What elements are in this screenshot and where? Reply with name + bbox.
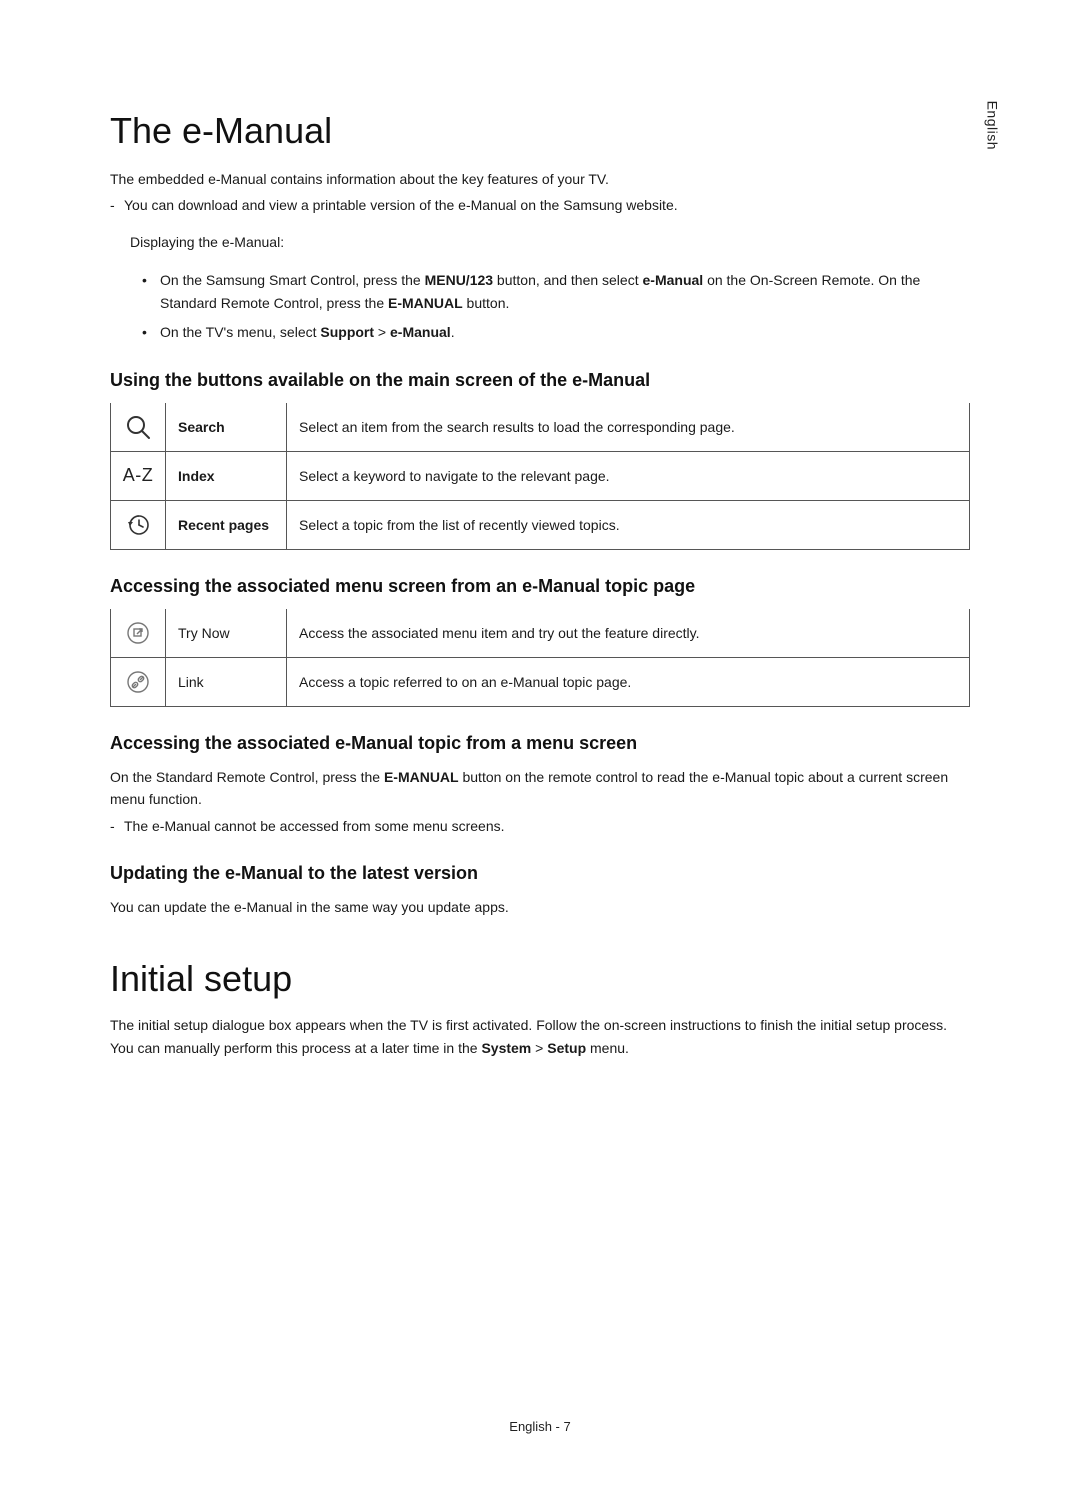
page-footer: English - 7 [0, 1419, 1080, 1434]
display-instructions-list: On the Samsung Smart Control, press the … [110, 269, 970, 344]
table-row: A-Z Index Select a keyword to navigate t… [111, 451, 970, 500]
text-fragment: On the Samsung Smart Control, press the [160, 272, 425, 288]
recent-pages-label: Recent pages [166, 500, 287, 549]
system-label: System [481, 1040, 531, 1056]
instruction-item: On the TV's menu, select Support > e-Man… [160, 321, 970, 344]
initial-setup-text: The initial setup dialogue box appears w… [110, 1014, 970, 1059]
search-icon-cell [111, 403, 166, 452]
manual-page: English The e-Manual The embedded e-Manu… [0, 0, 1080, 1494]
updating-text: You can update the e-Manual in the same … [110, 896, 970, 918]
topic-page-buttons-table: Try Now Access the associated menu item … [110, 609, 970, 707]
initial-setup-heading: Initial setup [110, 958, 970, 1000]
emanual-button-label: E-MANUAL [384, 769, 459, 785]
intro-text: The embedded e-Manual contains informati… [110, 168, 970, 190]
language-tab: English [984, 101, 1000, 150]
trynow-icon-cell [111, 609, 166, 658]
support-label: Support [320, 324, 374, 340]
buttons-main-screen-heading: Using the buttons available on the main … [110, 370, 970, 391]
link-icon-cell [111, 657, 166, 706]
text-fragment: button, and then select [493, 272, 642, 288]
text-fragment: > [531, 1040, 547, 1056]
link-icon [126, 670, 150, 694]
az-index-icon: A-Z [123, 465, 154, 485]
search-desc: Select an item from the search results t… [287, 403, 970, 452]
menu123-button-label: MENU/123 [425, 272, 493, 288]
table-row: Recent pages Select a topic from the lis… [111, 500, 970, 549]
emanual-button-label: E-MANUAL [388, 295, 463, 311]
table-row: Try Now Access the associated menu item … [111, 609, 970, 658]
updating-heading: Updating the e-Manual to the latest vers… [110, 863, 970, 884]
displaying-label: Displaying the e-Manual: [130, 231, 970, 255]
associated-menu-heading: Accessing the associated menu screen fro… [110, 576, 970, 597]
az-icon-cell: A-Z [111, 451, 166, 500]
text-fragment: On the Standard Remote Control, press th… [110, 769, 384, 785]
recent-pages-icon [125, 512, 151, 538]
index-label: Index [166, 451, 287, 500]
try-now-icon [126, 621, 150, 645]
emanual-label: e-Manual [390, 324, 451, 340]
search-icon [125, 414, 151, 440]
table-row: Search Select an item from the search re… [111, 403, 970, 452]
setup-label: Setup [547, 1040, 586, 1056]
text-fragment: > [374, 324, 390, 340]
instruction-item: On the Samsung Smart Control, press the … [160, 269, 970, 315]
search-label: Search [166, 403, 287, 452]
main-screen-buttons-table: Search Select an item from the search re… [110, 403, 970, 550]
text-fragment: On the TV's menu, select [160, 324, 320, 340]
text-fragment: . [451, 324, 455, 340]
index-desc: Select a keyword to navigate to the rele… [287, 451, 970, 500]
text-fragment: menu. [586, 1040, 629, 1056]
from-menu-screen-text: On the Standard Remote Control, press th… [110, 766, 970, 811]
text-fragment: button. [463, 295, 510, 311]
link-desc: Access a topic referred to on an e-Manua… [287, 657, 970, 706]
recent-pages-desc: Select a topic from the list of recently… [287, 500, 970, 549]
emanual-label: e-Manual [643, 272, 704, 288]
download-note: You can download and view a printable ve… [110, 194, 970, 216]
menu-screen-note: The e-Manual cannot be accessed from som… [110, 815, 970, 837]
from-menu-screen-heading: Accessing the associated e-Manual topic … [110, 733, 970, 754]
try-now-desc: Access the associated menu item and try … [287, 609, 970, 658]
table-row: Link Access a topic referred to on an e-… [111, 657, 970, 706]
emanual-heading: The e-Manual [110, 110, 970, 152]
try-now-label: Try Now [166, 609, 287, 658]
recent-icon-cell [111, 500, 166, 549]
link-label: Link [166, 657, 287, 706]
